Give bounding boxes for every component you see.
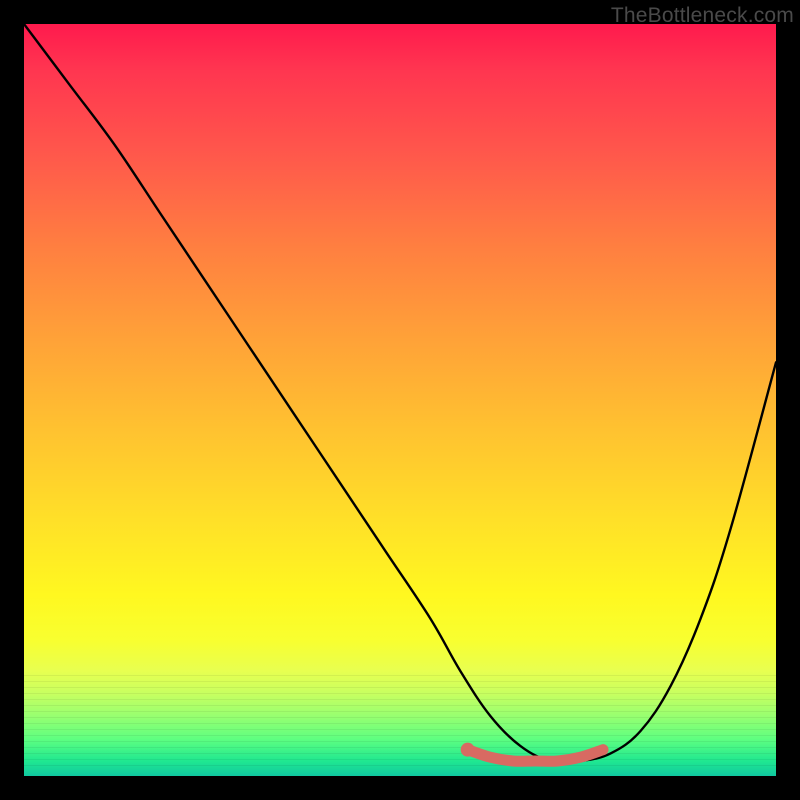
chart-frame [24, 24, 776, 776]
watermark-text: TheBottleneck.com [611, 4, 794, 28]
heat-gradient [24, 24, 776, 776]
plot-area [24, 24, 776, 776]
